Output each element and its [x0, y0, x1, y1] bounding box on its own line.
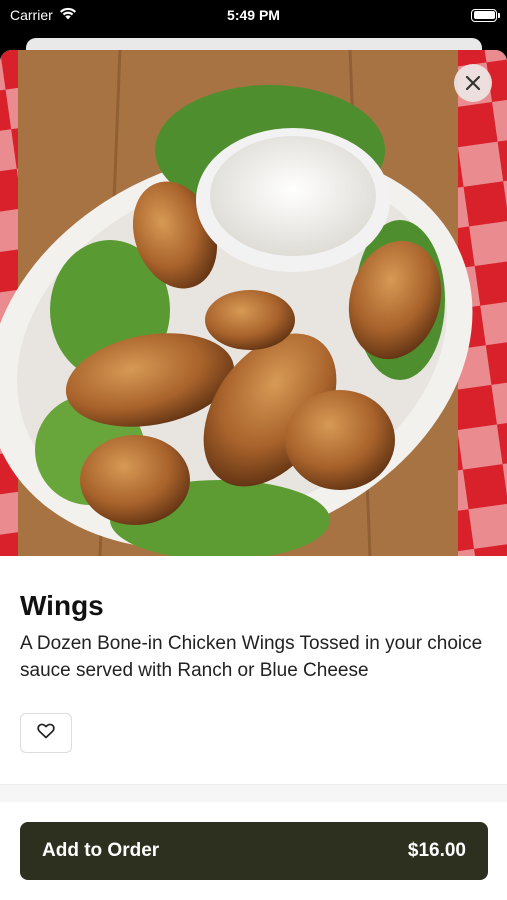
item-detail-sheet: Wings A Dozen Bone-in Chicken Wings Toss… [0, 50, 507, 900]
price-label: $16.00 [407, 840, 466, 861]
close-icon [465, 75, 481, 91]
favorite-button[interactable] [20, 713, 72, 753]
carrier-label: Carrier [10, 7, 53, 23]
close-button[interactable] [454, 64, 492, 102]
add-to-order-button[interactable]: Add to Order $16.00 [20, 822, 488, 880]
item-description: A Dozen Bone-in Chicken Wings Tossed in … [20, 633, 483, 681]
wifi-icon [59, 7, 77, 23]
status-left: Carrier [10, 7, 77, 23]
add-to-order-label: Add to Order [42, 840, 160, 861]
status-bar: Carrier 5:49 PM [0, 0, 507, 30]
chicken-wings-photo [0, 50, 507, 556]
heart-icon [37, 723, 55, 744]
footer: Add to Order $16.00 [0, 802, 507, 900]
battery-icon [471, 8, 500, 22]
section-divider [0, 784, 507, 802]
item-title: Wings [20, 590, 104, 621]
